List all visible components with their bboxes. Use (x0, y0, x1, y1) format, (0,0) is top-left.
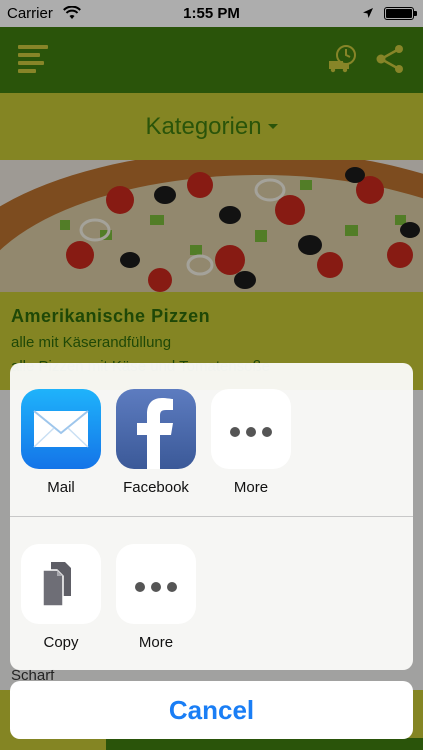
share-action-label: More (138, 634, 174, 651)
more-icon[interactable] (116, 544, 196, 624)
share-app-facebook[interactable]: Facebook (116, 389, 196, 496)
share-app-label: Facebook (123, 479, 189, 496)
share-app-label: Mail (47, 479, 75, 496)
share-action-copy[interactable]: Copy (21, 544, 101, 651)
cancel-button[interactable]: Cancel (10, 681, 413, 739)
copy-icon[interactable] (21, 544, 101, 624)
facebook-icon[interactable] (116, 389, 196, 469)
share-app-more[interactable]: More (211, 389, 291, 496)
share-action-more[interactable]: More (116, 544, 196, 651)
share-action-label: Copy (43, 634, 79, 651)
share-sheet: Mail Facebook More Copy More (10, 363, 413, 670)
more-icon[interactable] (211, 389, 291, 469)
share-app-mail[interactable]: Mail (21, 389, 101, 496)
mail-icon[interactable] (21, 389, 101, 469)
share-app-label: More (233, 479, 269, 496)
share-sheet-divider (10, 516, 413, 517)
